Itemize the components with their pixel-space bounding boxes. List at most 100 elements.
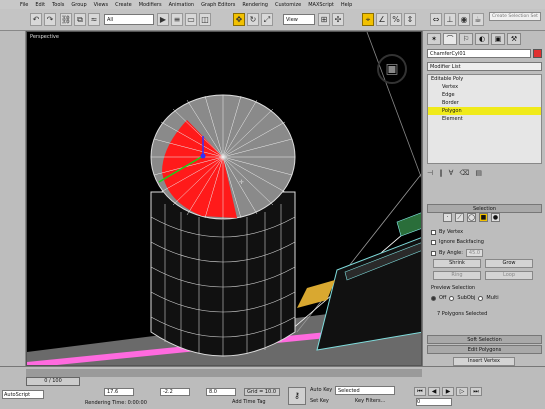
perspective-viewport[interactable]: Perspective ✛ ▣ [26, 31, 422, 366]
current-frame-field[interactable]: 0 [416, 398, 452, 406]
menu-group[interactable]: Group [71, 2, 86, 8]
unlink-icon[interactable]: ⧉ [74, 13, 86, 26]
gizmo-center[interactable] [200, 153, 206, 159]
select-manipulate-icon[interactable]: ✣ [332, 13, 344, 26]
modifier-list-dropdown[interactable]: Modifier List [427, 62, 542, 71]
preview-subobj-radio[interactable] [449, 295, 455, 301]
preview-multi-radio[interactable] [478, 295, 484, 301]
border-mode-icon[interactable]: ◯ [467, 213, 476, 222]
redo-icon[interactable]: ↷ [44, 13, 56, 26]
menu-file[interactable]: File [20, 2, 28, 8]
select-by-name-icon[interactable]: ≡ [171, 13, 183, 26]
modify-tab-icon[interactable]: ⌒ [443, 33, 457, 45]
by-vertex-option[interactable]: By Vertex [431, 229, 463, 235]
soft-selection-rollout-header[interactable]: Soft Selection [427, 335, 542, 344]
hierarchy-tab-icon[interactable]: ⚐ [459, 33, 473, 45]
set-key-button[interactable]: Set Key [310, 398, 329, 404]
viewcube-icon[interactable]: ▣ [377, 54, 407, 84]
display-tab-icon[interactable]: ▣ [491, 33, 505, 45]
move-icon[interactable]: ✥ [233, 13, 245, 26]
menu-create[interactable]: Create [115, 2, 132, 8]
preview-off-radio[interactable] [431, 295, 436, 301]
ref-coord-dropdown[interactable]: View [283, 14, 315, 25]
maxscript-listener[interactable]: AutoScript [2, 390, 44, 399]
menu-maxscript[interactable]: MAXScript [308, 2, 334, 8]
snap-icon[interactable]: ⌖ [362, 13, 374, 26]
rect-selection-icon[interactable]: ▭ [185, 13, 197, 26]
edge-mode-icon[interactable]: ⟋ [455, 213, 464, 222]
stack-item-editable-poly[interactable]: Editable Poly [428, 75, 541, 83]
ring-button[interactable]: Ring [433, 271, 481, 280]
make-unique-icon[interactable]: ∀ [449, 169, 454, 177]
stack-item-edge[interactable]: Edge [428, 91, 541, 99]
add-time-tag[interactable]: Add Time Tag [232, 399, 266, 405]
selection-rollout-header[interactable]: Selection [427, 204, 542, 213]
polygon-mode-icon[interactable]: ■ [479, 213, 488, 222]
menu-help[interactable]: Help [341, 2, 352, 8]
time-slider[interactable]: 0 / 100 [26, 377, 80, 386]
material-editor-icon[interactable]: ◉ [458, 13, 470, 26]
edit-polygons-rollout-header[interactable]: Edit Polygons [427, 345, 542, 354]
percent-snap-icon[interactable]: % [390, 13, 402, 26]
select-object-icon[interactable]: ▶ [157, 13, 169, 26]
set-key-icon[interactable]: ⚷ [288, 387, 306, 405]
by-angle-option[interactable]: By Angle: 45.0 [431, 249, 484, 257]
timeline-track[interactable] [26, 369, 422, 377]
element-mode-icon[interactable]: ● [491, 213, 500, 222]
key-mode-dropdown[interactable]: Selected [335, 386, 395, 395]
loop-button[interactable]: Loop [485, 271, 533, 280]
previous-frame-icon[interactable]: ◀ [428, 387, 440, 396]
selection-filter-dropdown[interactable]: All [104, 14, 154, 25]
play-icon[interactable]: ▶ [442, 387, 454, 396]
next-frame-icon[interactable]: ▷ [456, 387, 468, 396]
configure-modifier-sets-icon[interactable]: ▤ [475, 169, 482, 177]
ignore-backfacing-checkbox[interactable] [431, 239, 436, 245]
angle-snap-icon[interactable]: ∠ [376, 13, 388, 26]
link-icon[interactable]: ⛓ [60, 13, 72, 26]
named-selection-sets-field[interactable]: Create Selection Set [489, 12, 541, 21]
object-name-field[interactable]: ChamferCyl01 [427, 49, 531, 58]
remove-modifier-icon[interactable]: ⌫ [459, 169, 469, 177]
go-to-end-icon[interactable]: ⏭ [470, 387, 482, 396]
by-angle-spinner[interactable]: 45.0 [465, 249, 484, 257]
menu-animation[interactable]: Animation [169, 2, 195, 8]
window-crossing-icon[interactable]: ◫ [199, 13, 211, 26]
stack-item-element[interactable]: Element [428, 115, 541, 123]
object-color-swatch[interactable] [533, 49, 542, 58]
stack-item-vertex[interactable]: Vertex [428, 83, 541, 91]
pin-stack-icon[interactable]: ⊣ [427, 169, 433, 177]
create-tab-icon[interactable]: ✶ [427, 33, 441, 45]
render-icon[interactable]: ☕ [472, 13, 484, 26]
align-icon[interactable]: ⊥ [444, 13, 456, 26]
pivot-icon[interactable]: ⊞ [318, 13, 330, 26]
by-angle-checkbox[interactable] [431, 250, 436, 256]
spinner-snap-icon[interactable]: ⇕ [404, 13, 416, 26]
menu-views[interactable]: Views [94, 2, 108, 8]
z-coordinate[interactable]: 8.0 [206, 388, 236, 396]
menu-customize[interactable]: Customize [275, 2, 301, 8]
shrink-button[interactable]: Shrink [433, 259, 481, 268]
utilities-tab-icon[interactable]: ⚒ [507, 33, 521, 45]
menu-tools[interactable]: Tools [52, 2, 64, 8]
show-end-result-icon[interactable]: ‖ [439, 169, 443, 177]
auto-key-button[interactable]: Auto Key [310, 387, 332, 393]
insert-vertex-button[interactable]: Insert Vertex [453, 357, 515, 366]
rotate-icon[interactable]: ↻ [247, 13, 259, 26]
by-vertex-checkbox[interactable] [431, 229, 436, 235]
undo-icon[interactable]: ↶ [30, 13, 42, 26]
bind-space-warp-icon[interactable]: ≈ [88, 13, 100, 26]
grow-button[interactable]: Grow [485, 259, 533, 268]
mirror-icon[interactable]: ⇔ [430, 13, 442, 26]
ignore-backfacing-option[interactable]: Ignore Backfacing [431, 239, 484, 245]
menu-graph-editors[interactable]: Graph Editors [201, 2, 235, 8]
key-filters-button[interactable]: Key Filters... [355, 398, 385, 404]
vertex-mode-icon[interactable]: · [443, 213, 452, 222]
stack-item-polygon[interactable]: Polygon [428, 107, 541, 115]
motion-tab-icon[interactable]: ◐ [475, 33, 489, 45]
menu-edit[interactable]: Edit [35, 2, 45, 8]
stack-item-border[interactable]: Border [428, 99, 541, 107]
y-coordinate[interactable]: -2.2 [160, 388, 190, 396]
menu-rendering[interactable]: Rendering [242, 2, 268, 8]
x-coordinate[interactable]: 17.6 [104, 388, 134, 396]
go-to-start-icon[interactable]: ⏮ [414, 387, 426, 396]
